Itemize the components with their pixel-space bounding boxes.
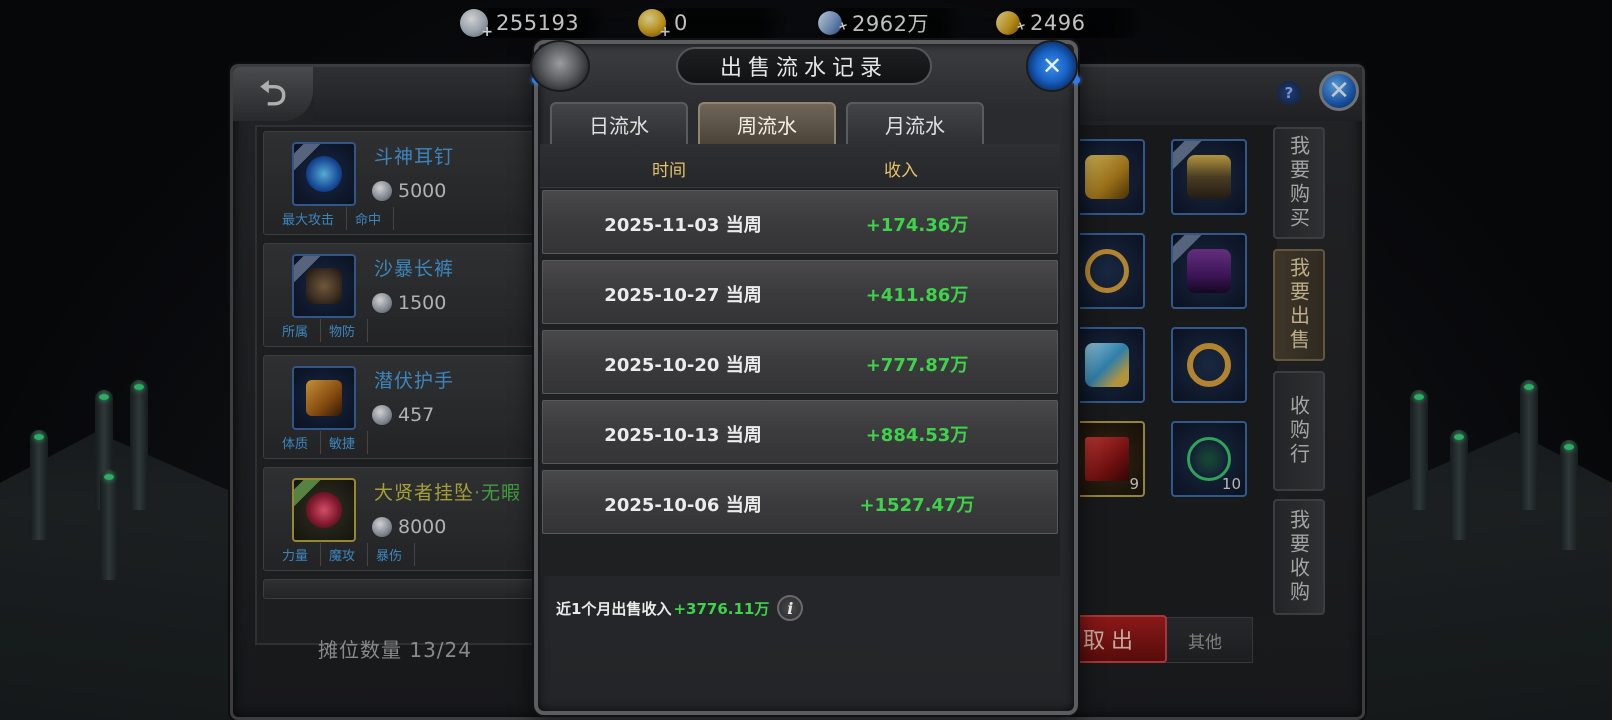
table-row: 2025-11-03 当周 +174.36万 [542, 190, 1058, 254]
sales-record-modal: 出售流水记录 ✕ 日流水 周流水 月流水 时间 收入 2025-11-03 当周… [530, 40, 1080, 715]
modal-title: 出售流水记录 [676, 47, 932, 85]
row-income: +884.53万 [865, 425, 969, 446]
tab-weekly[interactable]: 周流水 [698, 102, 836, 144]
table-row: 2025-10-20 当周 +777.87万 [542, 330, 1058, 394]
monthly-summary: 近1个月出售收入 +3776.11万 i [556, 595, 804, 621]
summary-value: +3776.11万 [673, 599, 770, 618]
column-income: 收入 [884, 161, 918, 181]
close-icon: ✕ [1041, 52, 1063, 80]
table-row: 2025-10-06 当周 +1527.47万 [542, 470, 1058, 534]
row-date: 2025-10-13 当周 [604, 425, 762, 446]
tab-daily[interactable]: 日流水 [550, 102, 688, 144]
records-table: 时间 收入 2025-11-03 当周 +174.36万 2025-10-27 … [540, 144, 1060, 576]
decorative-knob-icon [530, 40, 590, 92]
table-row: 2025-10-27 当周 +411.86万 [542, 260, 1058, 324]
row-date: 2025-10-06 当周 [604, 495, 762, 516]
summary-label: 近1个月出售收入 [556, 599, 672, 618]
row-income: +411.86万 [865, 285, 969, 306]
tab-monthly[interactable]: 月流水 [846, 102, 984, 144]
table-header: 时间 收入 [540, 144, 1060, 188]
row-income: +1527.47万 [859, 495, 975, 516]
modal-close-button[interactable]: ✕ [1026, 40, 1078, 92]
row-income: +174.36万 [865, 215, 969, 236]
column-time: 时间 [652, 161, 686, 181]
table-row: 2025-10-13 当周 +884.53万 [542, 400, 1058, 464]
row-date: 2025-10-20 当周 [604, 355, 762, 376]
row-date: 2025-11-03 当周 [604, 215, 762, 236]
info-icon[interactable]: i [777, 595, 804, 621]
row-income: +777.87万 [865, 355, 969, 376]
row-date: 2025-10-27 当周 [604, 285, 762, 306]
